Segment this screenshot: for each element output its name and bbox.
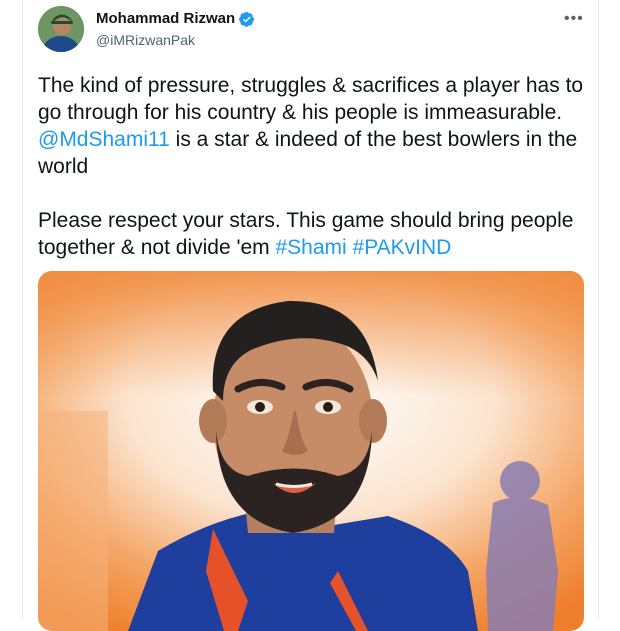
- tweet-card: Mohammad Rizwan @iMRizwanPak ••• The kin…: [0, 0, 620, 631]
- verified-badge-icon: [239, 11, 255, 27]
- tweet-text: The kind of pressure, struggles & sacrif…: [38, 72, 586, 261]
- display-name[interactable]: Mohammad Rizwan: [96, 10, 235, 27]
- author-handle[interactable]: @iMRizwanPak: [96, 32, 195, 48]
- mention-link[interactable]: @MdShami11: [38, 128, 170, 151]
- profile-avatar[interactable]: [38, 6, 84, 52]
- hashtag-link-shami[interactable]: #Shami: [275, 236, 346, 259]
- avatar-image: [38, 6, 84, 52]
- more-options-button[interactable]: •••: [564, 10, 584, 28]
- portrait-illustration: [38, 271, 584, 631]
- hashtag-link-pakvind[interactable]: #PAKvIND: [353, 236, 452, 259]
- author-name-row: Mohammad Rizwan: [96, 10, 255, 27]
- tweet-media[interactable]: [38, 271, 584, 631]
- tweet-text-part: The kind of pressure, struggles & sacrif…: [38, 74, 589, 124]
